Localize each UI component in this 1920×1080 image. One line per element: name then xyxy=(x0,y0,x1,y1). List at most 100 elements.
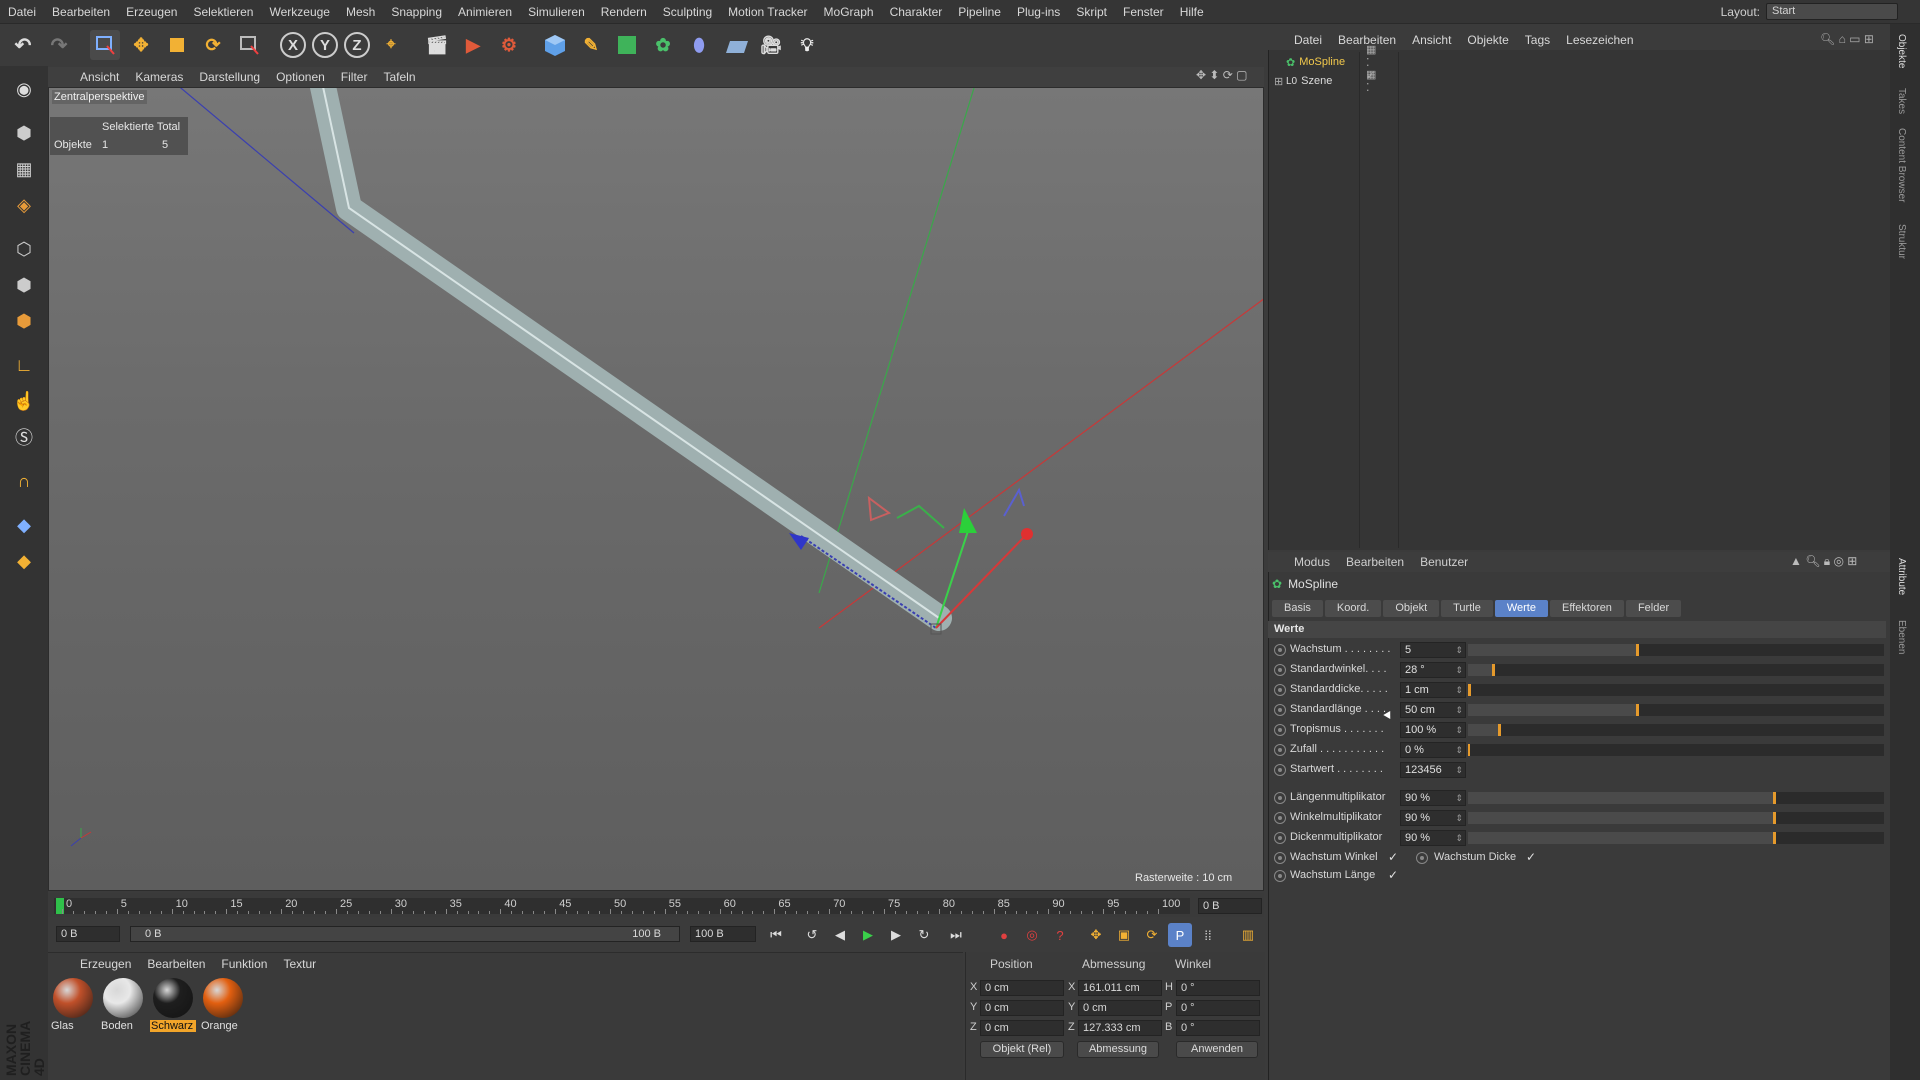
param-value-field[interactable]: 28 ° xyxy=(1400,662,1466,678)
tab-attribute[interactable]: Attribute xyxy=(1896,558,1907,595)
camera-icon[interactable]: 🎥︎ xyxy=(756,30,786,60)
param-value-field[interactable]: 100 % xyxy=(1400,722,1466,738)
tab-struktur[interactable]: Struktur xyxy=(1896,224,1907,259)
key-position-icon[interactable]: ✥ xyxy=(1084,923,1108,947)
param-value-field[interactable]: 123456 xyxy=(1400,762,1466,778)
animate-radio-icon[interactable] xyxy=(1274,744,1286,756)
object-manager-tools[interactable]: 🔍︎ ⌂ ▭ ⊞ xyxy=(1820,32,1874,46)
object-menu-item-0[interactable]: Datei xyxy=(1286,33,1330,47)
menu-item-11[interactable]: Motion Tracker xyxy=(720,5,815,19)
tab-objekte[interactable]: Objekte xyxy=(1896,34,1907,68)
render-picture-viewer-icon[interactable]: ▶ xyxy=(458,30,488,60)
scale-icon[interactable] xyxy=(162,30,192,60)
param-slider[interactable] xyxy=(1468,792,1884,804)
param-slider[interactable] xyxy=(1468,684,1884,696)
timeline-window-icon[interactable]: ▥ xyxy=(1236,923,1260,947)
end-frame-field[interactable]: 100 B xyxy=(690,926,756,942)
attribute-menu-item-0[interactable]: Modus xyxy=(1286,555,1338,569)
position-field[interactable]: 0 cm xyxy=(980,980,1064,996)
keyframe-selection-icon[interactable]: ? xyxy=(1048,923,1072,947)
viewport-menu-item-2[interactable]: Darstellung xyxy=(191,70,268,84)
menu-item-8[interactable]: Simulieren xyxy=(520,5,593,19)
param-value-field[interactable]: 90 % xyxy=(1400,790,1466,806)
tab-ebenen[interactable]: Ebenen xyxy=(1896,620,1907,654)
polygons-mode-icon[interactable]: ⬢ xyxy=(8,306,40,336)
material-menu-item-0[interactable]: Erzeugen xyxy=(72,957,139,971)
previous-frame-icon[interactable]: ◀ xyxy=(828,923,852,947)
3d-viewport[interactable] xyxy=(48,87,1264,891)
viewport-menu-item-5[interactable]: Tafeln xyxy=(375,70,423,84)
animate-radio-icon[interactable] xyxy=(1416,852,1428,864)
menu-item-4[interactable]: Werkzeuge xyxy=(261,5,337,19)
tab-turtle[interactable]: Turtle xyxy=(1441,600,1493,617)
y-axis-lock-icon[interactable]: Y xyxy=(312,32,338,58)
attribute-tools[interactable]: ▲ 🔍︎ 🔒︎ ◎ ⊞ xyxy=(1790,554,1857,569)
param-value-field[interactable]: 90 % xyxy=(1400,810,1466,826)
menu-item-18[interactable]: Hilfe xyxy=(1172,5,1212,19)
wachstum-winkel-checkbox[interactable]: ✓ xyxy=(1388,850,1398,864)
material-1[interactable]: Boden xyxy=(100,978,146,1032)
go-to-end-icon[interactable]: ⏭ xyxy=(944,923,968,947)
select-icon[interactable] xyxy=(234,30,264,60)
magnet-icon[interactable]: ∩ xyxy=(8,466,40,496)
deformer-icon[interactable]: ⬮ xyxy=(684,30,714,60)
tab-werte[interactable]: Werte xyxy=(1494,600,1548,617)
mograph-cloner-icon[interactable]: ✿ xyxy=(648,30,678,60)
viewport-menu-item-0[interactable]: Ansicht xyxy=(72,70,127,84)
apply-button[interactable]: Anwenden xyxy=(1176,1041,1258,1058)
visibility-dots-icon[interactable]: ▦ ⁚ xyxy=(1366,68,1376,94)
menu-item-3[interactable]: Selektieren xyxy=(185,5,261,19)
render-view-icon[interactable]: 🎬︎ xyxy=(422,30,452,60)
tab-content-browser[interactable]: Content Browser xyxy=(1896,128,1907,202)
animate-radio-icon[interactable] xyxy=(1274,792,1286,804)
menu-item-5[interactable]: Mesh xyxy=(338,5,383,19)
rotation-field[interactable]: 0 ° xyxy=(1176,1000,1260,1016)
param-slider[interactable] xyxy=(1468,812,1884,824)
param-slider[interactable] xyxy=(1468,744,1884,756)
next-frame-icon[interactable]: ▶ xyxy=(884,923,908,947)
workplane-mode-icon[interactable]: ◈ xyxy=(8,190,40,220)
planar-workplane-icon[interactable]: ◆ xyxy=(8,546,40,576)
material-3[interactable]: Orange xyxy=(200,978,246,1032)
key-parameter-icon[interactable]: P xyxy=(1168,923,1192,947)
param-value-field[interactable]: 90 % xyxy=(1400,830,1466,846)
snap-icon[interactable]: Ⓢ xyxy=(8,422,40,452)
tab-koord[interactable]: Koord. xyxy=(1324,600,1382,617)
animate-radio-icon[interactable] xyxy=(1274,704,1286,716)
param-slider[interactable] xyxy=(1468,644,1884,656)
x-axis-lock-icon[interactable]: X xyxy=(280,32,306,58)
object-menu-item-5[interactable]: Lesezeichen xyxy=(1558,33,1641,47)
light-icon[interactable]: 💡︎ xyxy=(792,30,822,60)
texture-mode-icon[interactable]: ▦ xyxy=(8,154,40,184)
animate-radio-icon[interactable] xyxy=(1274,724,1286,736)
points-mode-icon[interactable]: ⬡ xyxy=(8,234,40,264)
wachstum-dicke-checkbox[interactable]: ✓ xyxy=(1526,850,1536,864)
subdivision-icon[interactable] xyxy=(612,30,642,60)
menu-item-2[interactable]: Erzeugen xyxy=(118,5,185,19)
key-rotation-icon[interactable]: ⟳ xyxy=(1140,923,1164,947)
menu-item-14[interactable]: Pipeline xyxy=(950,5,1009,19)
viewport-menu-item-4[interactable]: Filter xyxy=(333,70,376,84)
param-slider[interactable] xyxy=(1468,704,1884,716)
size-field[interactable]: 127.333 cm xyxy=(1078,1020,1162,1036)
object-row-mospline[interactable]: ✿ MoSpline ▦ ⁚ ✓ xyxy=(1274,44,1376,82)
tab-takes[interactable]: Takes xyxy=(1896,88,1907,114)
undo-icon[interactable]: ↶ xyxy=(8,30,38,60)
live-selection-icon[interactable] xyxy=(90,30,120,60)
autokey-icon[interactable]: ◎ xyxy=(1020,923,1044,947)
pen-spline-icon[interactable]: ✎ xyxy=(576,30,606,60)
z-axis-lock-icon[interactable]: Z xyxy=(344,32,370,58)
object-menu-item-2[interactable]: Ansicht xyxy=(1404,33,1459,47)
menu-item-17[interactable]: Fenster xyxy=(1115,5,1172,19)
param-slider[interactable] xyxy=(1468,832,1884,844)
animate-radio-icon[interactable] xyxy=(1274,870,1286,882)
attribute-menu-item-1[interactable]: Bearbeiten xyxy=(1338,555,1412,569)
redo-icon[interactable]: ↷ xyxy=(44,30,74,60)
tab-effektoren[interactable]: Effektoren xyxy=(1549,600,1624,617)
attribute-menu-item-2[interactable]: Benutzer xyxy=(1412,555,1476,569)
coord-size-dropdown[interactable]: Abmessung xyxy=(1077,1041,1159,1058)
param-value-field[interactable]: 50 cm xyxy=(1400,702,1466,718)
animate-radio-icon[interactable] xyxy=(1274,812,1286,824)
frame-range-slider[interactable]: 0 B 100 B xyxy=(130,926,680,942)
next-key-icon[interactable]: ↻ xyxy=(912,923,936,947)
